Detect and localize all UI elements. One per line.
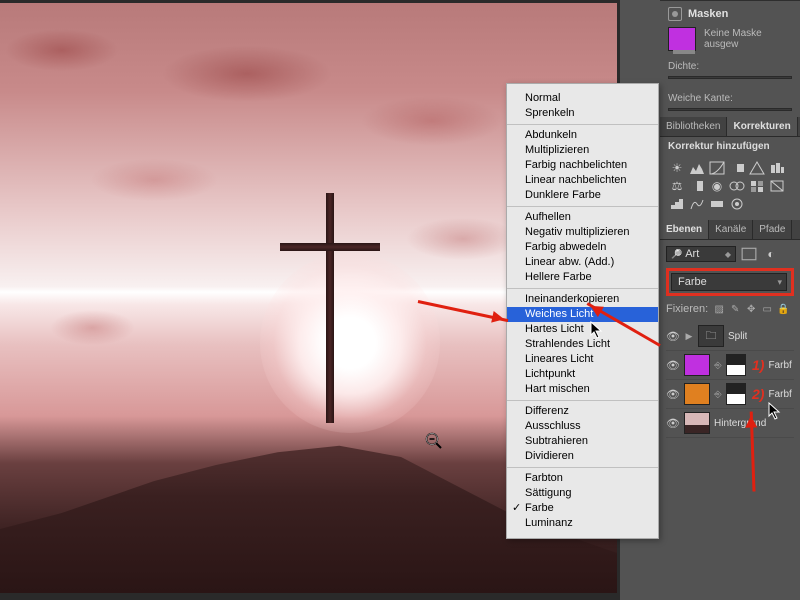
tab-adjustments[interactable]: Korrekturen	[727, 117, 797, 136]
tab-libraries[interactable]: Bibliotheken	[660, 117, 727, 136]
layer-thumb-bg[interactable]	[684, 412, 710, 434]
blend-multiply[interactable]: Multiplizieren	[507, 143, 658, 158]
curves-icon[interactable]	[708, 160, 726, 176]
add-adjustment-label: Korrektur hinzufügen	[660, 137, 800, 156]
annotation-1: 1)	[752, 357, 764, 373]
blend-divide[interactable]: Dividieren	[507, 449, 658, 464]
blend-difference[interactable]: Differenz	[507, 404, 658, 419]
layer-thumb-1[interactable]	[684, 354, 710, 376]
layer-name-1[interactable]: Farbf	[768, 360, 791, 371]
threshold-icon[interactable]	[688, 196, 706, 212]
blend-mode-select[interactable]: Farbe	[671, 273, 787, 291]
visibility-toggle-icon[interactable]: 👁	[666, 388, 680, 401]
lock-label: Fixieren:	[666, 303, 708, 315]
tab-layers[interactable]: Ebenen	[660, 220, 709, 239]
disclosure-triangle-icon[interactable]: ▶	[684, 331, 694, 342]
blend-vivid-light[interactable]: Strahlendes Licht	[507, 337, 658, 352]
tab-paths[interactable]: Pfade	[753, 220, 792, 239]
lock-transparency-icon[interactable]: ▨	[712, 302, 726, 316]
filter-pixel-icon[interactable]	[740, 246, 758, 262]
levels-icon[interactable]	[688, 160, 706, 176]
blend-lighter-color[interactable]: Hellere Farbe	[507, 270, 658, 285]
blend-hue[interactable]: Farbton	[507, 471, 658, 486]
lock-artboard-icon[interactable]: ▭	[760, 302, 774, 316]
layer-name-2[interactable]: Farbf	[768, 389, 791, 400]
vibrance-icon[interactable]	[748, 160, 766, 176]
feather-slider[interactable]	[668, 108, 792, 111]
blend-mode-highlight: Farbe	[666, 268, 794, 296]
blend-color-dodge[interactable]: Farbig abwedeln	[507, 240, 658, 255]
mask-panel-icon	[668, 7, 682, 21]
layer-row-1[interactable]: 👁 ⎆ 1) Farbf	[666, 351, 794, 380]
blend-color[interactable]: Farbe	[507, 501, 658, 516]
layer-filter-type[interactable]: Art◆	[666, 246, 736, 262]
adjustment-icon-grid: ☀ ⚖ ◉	[660, 156, 800, 216]
blend-hard-mix[interactable]: Hart mischen	[507, 382, 658, 397]
layer-thumb-2[interactable]	[684, 383, 710, 405]
exposure-icon[interactable]	[728, 160, 746, 176]
channel-mixer-icon[interactable]	[728, 178, 746, 194]
lock-pixels-icon[interactable]: ✎	[728, 302, 742, 316]
blend-darker-color[interactable]: Dunklere Farbe	[507, 188, 658, 203]
blend-linear-dodge[interactable]: Linear abw. (Add.)	[507, 255, 658, 270]
blend-pin-light[interactable]: Lichtpunkt	[507, 367, 658, 382]
layers-channels-paths-tabs: Ebenen Kanäle Pfade	[660, 220, 800, 240]
blend-darken[interactable]: Abdunkeln	[507, 128, 658, 143]
blend-linear-burn[interactable]: Linear nachbelichten	[507, 173, 658, 188]
link-icon[interactable]: ⎆	[714, 360, 722, 371]
blend-overlay[interactable]: Ineinanderkopieren	[507, 292, 658, 307]
blend-normal[interactable]: Normal	[507, 91, 658, 106]
density-slider[interactable]	[668, 76, 792, 79]
no-mask-label: Keine Maske ausgew	[704, 28, 792, 50]
visibility-toggle-icon[interactable]: 👁	[666, 330, 680, 343]
color-lookup-icon[interactable]	[748, 178, 766, 194]
selective-color-icon[interactable]	[728, 196, 746, 212]
masks-panel: Masken Keine Maske ausgew Dichte: Weiche…	[660, 0, 800, 117]
link-icon[interactable]: ⎆	[714, 389, 722, 400]
lock-position-icon[interactable]: ✥	[744, 302, 758, 316]
tab-channels[interactable]: Kanäle	[709, 220, 753, 239]
layer-group-row[interactable]: 👁 ▶ 🗀 Split	[666, 322, 794, 351]
gradient-map-icon[interactable]	[708, 196, 726, 212]
blend-soft-light[interactable]: Weiches Licht	[507, 307, 658, 322]
blend-lighten[interactable]: Aufhellen	[507, 210, 658, 225]
visibility-toggle-icon[interactable]: 👁	[666, 417, 680, 430]
masks-title: Masken	[688, 8, 728, 20]
blend-color-burn[interactable]: Farbig nachbelichten	[507, 158, 658, 173]
density-label: Dichte:	[668, 61, 792, 72]
layer-mask-thumb-1[interactable]	[726, 354, 746, 376]
library-adjustments-tabs: Bibliotheken Korrekturen	[660, 117, 800, 137]
blend-luminosity[interactable]: Luminanz	[507, 516, 658, 531]
feather-label: Weiche Kante:	[668, 93, 792, 104]
photo-filter-icon[interactable]: ◉	[708, 178, 726, 194]
color-balance-icon[interactable]: ⚖	[668, 178, 686, 194]
folder-icon: 🗀	[698, 325, 724, 347]
cursor-icon	[768, 402, 784, 425]
blend-saturation[interactable]: Sättigung	[507, 486, 658, 501]
layer-group-name[interactable]: Split	[728, 331, 747, 342]
blend-exclusion[interactable]: Ausschluss	[507, 419, 658, 434]
blend-dissolve[interactable]: Sprenkeln	[507, 106, 658, 121]
filter-adjust-icon[interactable]: ◐	[762, 246, 780, 262]
blend-linear-light[interactable]: Lineares Licht	[507, 352, 658, 367]
annotation-2: 2)	[752, 386, 764, 402]
lock-all-icon[interactable]: 🔒	[776, 302, 790, 316]
brightness-icon[interactable]: ☀	[668, 160, 686, 176]
right-panel-column: Masken Keine Maske ausgew Dichte: Weiche…	[660, 0, 800, 600]
bw-icon[interactable]	[688, 178, 706, 194]
blend-mode-menu[interactable]: Normal Sprenkeln Abdunkeln Multipliziere…	[506, 83, 659, 539]
zoom-out-cursor-icon	[425, 432, 443, 450]
blend-mode-value: Farbe	[678, 276, 707, 288]
layer-name-bg[interactable]: Hintergrund	[714, 418, 766, 429]
visibility-toggle-icon[interactable]: 👁	[666, 359, 680, 372]
hue-sat-icon[interactable]	[768, 160, 786, 176]
posterize-icon[interactable]	[668, 196, 686, 212]
invert-icon[interactable]	[768, 178, 786, 194]
blend-subtract[interactable]: Subtrahieren	[507, 434, 658, 449]
blend-screen[interactable]: Negativ multiplizieren	[507, 225, 658, 240]
layer-mask-thumb-2[interactable]	[726, 383, 746, 405]
mask-swatch[interactable]	[668, 27, 696, 51]
